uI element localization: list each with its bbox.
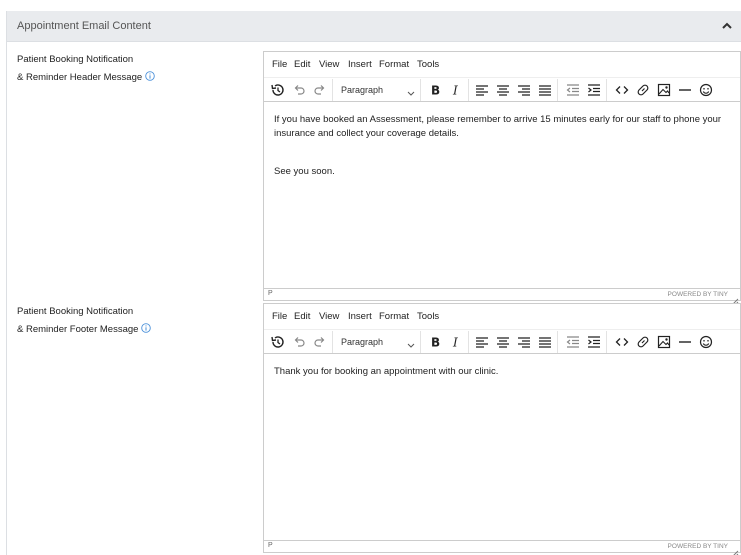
appointment-email-content-panel: Appointment Email Content Patient Bookin… bbox=[6, 11, 741, 555]
indent-icon[interactable] bbox=[586, 82, 602, 98]
editor-content-area[interactable]: Thank you for booking an appointment wit… bbox=[274, 365, 730, 379]
emoji-icon[interactable] bbox=[698, 82, 714, 98]
menu-file[interactable]: File bbox=[272, 311, 287, 322]
code-icon[interactable] bbox=[614, 334, 630, 350]
menu-tools[interactable]: Tools bbox=[417, 59, 439, 70]
toolbar-separator bbox=[557, 331, 558, 353]
header-message-label: Patient Booking Notification & Reminder … bbox=[17, 51, 155, 87]
header-message-label-text: & Reminder Header Message bbox=[17, 72, 143, 83]
bold-icon[interactable]: B bbox=[427, 82, 443, 98]
toolbar-separator bbox=[420, 331, 421, 353]
chevron-down-icon bbox=[406, 337, 416, 348]
editor-menubar: File Edit View Insert Format Tools bbox=[264, 52, 740, 77]
align-left-icon[interactable] bbox=[474, 334, 490, 350]
align-left-icon[interactable] bbox=[474, 82, 490, 98]
menu-edit[interactable]: Edit bbox=[294, 59, 310, 70]
resize-handle-icon[interactable] bbox=[732, 292, 739, 305]
align-justify-icon[interactable] bbox=[537, 334, 553, 350]
svg-text:B: B bbox=[431, 336, 440, 350]
toolbar-separator bbox=[332, 79, 333, 101]
editor-statusbar: P POWERED BY TINY bbox=[264, 540, 740, 555]
undo-icon[interactable] bbox=[291, 82, 307, 98]
panel-header[interactable]: Appointment Email Content bbox=[7, 11, 741, 42]
indent-icon[interactable] bbox=[586, 334, 602, 350]
chevron-down-icon bbox=[406, 85, 416, 96]
content-paragraph: See you soon. bbox=[274, 166, 335, 177]
info-icon[interactable] bbox=[145, 70, 155, 81]
outdent-icon[interactable] bbox=[565, 334, 581, 350]
outdent-icon[interactable] bbox=[565, 82, 581, 98]
menu-tools[interactable]: Tools bbox=[417, 311, 439, 322]
history-icon[interactable] bbox=[270, 334, 286, 350]
toolbar-separator bbox=[332, 331, 333, 353]
menu-view[interactable]: View bbox=[319, 311, 339, 322]
image-icon[interactable] bbox=[656, 82, 672, 98]
bold-icon[interactable]: B bbox=[427, 334, 443, 350]
align-center-icon[interactable] bbox=[495, 82, 511, 98]
align-justify-icon[interactable] bbox=[537, 82, 553, 98]
header-message-label-line2: & Reminder Header Message bbox=[17, 69, 155, 87]
code-icon[interactable] bbox=[614, 82, 630, 98]
toolbar-separator bbox=[606, 79, 607, 101]
menu-format[interactable]: Format bbox=[379, 59, 409, 70]
editor-statusbar: P POWERED BY TINY bbox=[264, 288, 740, 305]
footer-message-label-line2: & Reminder Footer Message bbox=[17, 321, 152, 339]
italic-icon[interactable]: I bbox=[448, 334, 464, 350]
info-icon[interactable] bbox=[141, 322, 152, 333]
powered-by-tiny-link[interactable]: POWERED BY TINY bbox=[668, 291, 728, 298]
redo-icon[interactable] bbox=[312, 82, 328, 98]
align-right-icon[interactable] bbox=[516, 334, 532, 350]
svg-text:B: B bbox=[431, 84, 440, 98]
editor-toolbar: Paragraph B I bbox=[264, 77, 740, 102]
footer-message-editor[interactable]: File Edit View Insert Format Tools Parag… bbox=[263, 303, 741, 555]
horizontal-rule-icon[interactable] bbox=[677, 334, 693, 350]
block-format-select[interactable]: Paragraph bbox=[334, 80, 416, 100]
menu-insert[interactable]: Insert bbox=[348, 311, 372, 322]
undo-icon[interactable] bbox=[291, 334, 307, 350]
editor-toolbar: Paragraph B I bbox=[264, 329, 740, 354]
svg-text:I: I bbox=[452, 336, 458, 350]
block-format-select[interactable]: Paragraph bbox=[334, 332, 416, 352]
history-icon[interactable] bbox=[270, 82, 286, 98]
element-path[interactable]: P bbox=[268, 290, 273, 297]
align-right-icon[interactable] bbox=[516, 82, 532, 98]
editor-menubar: File Edit View Insert Format Tools bbox=[264, 304, 740, 329]
resize-handle-icon[interactable] bbox=[732, 544, 739, 555]
content-paragraph: If you have booked an Assessment, please… bbox=[274, 114, 722, 139]
menu-format[interactable]: Format bbox=[379, 311, 409, 322]
block-format-value: Paragraph bbox=[341, 85, 384, 95]
chevron-up-icon[interactable] bbox=[720, 19, 734, 33]
menu-file[interactable]: File bbox=[272, 59, 287, 70]
powered-by-tiny-link[interactable]: POWERED BY TINY bbox=[668, 543, 728, 550]
toolbar-separator bbox=[468, 331, 469, 353]
toolbar-separator bbox=[606, 331, 607, 353]
menu-insert[interactable]: Insert bbox=[348, 59, 372, 70]
italic-icon[interactable]: I bbox=[448, 82, 464, 98]
horizontal-rule-icon[interactable] bbox=[677, 82, 693, 98]
editor-content-area[interactable]: If you have booked an Assessment, please… bbox=[274, 113, 730, 179]
toolbar-separator bbox=[420, 79, 421, 101]
svg-text:I: I bbox=[452, 84, 458, 98]
panel-title: Appointment Email Content bbox=[17, 20, 151, 32]
link-icon[interactable] bbox=[635, 82, 651, 98]
element-path[interactable]: P bbox=[268, 542, 273, 549]
header-message-label-line1: Patient Booking Notification bbox=[17, 54, 134, 65]
image-icon[interactable] bbox=[656, 334, 672, 350]
menu-edit[interactable]: Edit bbox=[294, 311, 310, 322]
redo-icon[interactable] bbox=[312, 334, 328, 350]
header-message-editor[interactable]: File Edit View Insert Format Tools Parag… bbox=[263, 51, 741, 305]
footer-message-label-text: & Reminder Footer Message bbox=[17, 324, 139, 335]
toolbar-separator bbox=[468, 79, 469, 101]
toolbar-separator bbox=[557, 79, 558, 101]
footer-message-label: Patient Booking Notification & Reminder … bbox=[17, 303, 152, 339]
link-icon[interactable] bbox=[635, 334, 651, 350]
align-center-icon[interactable] bbox=[495, 334, 511, 350]
content-paragraph: Thank you for booking an appointment wit… bbox=[274, 366, 499, 377]
footer-message-label-line1: Patient Booking Notification bbox=[17, 306, 134, 317]
emoji-icon[interactable] bbox=[698, 334, 714, 350]
block-format-value: Paragraph bbox=[341, 337, 384, 347]
menu-view[interactable]: View bbox=[319, 59, 339, 70]
